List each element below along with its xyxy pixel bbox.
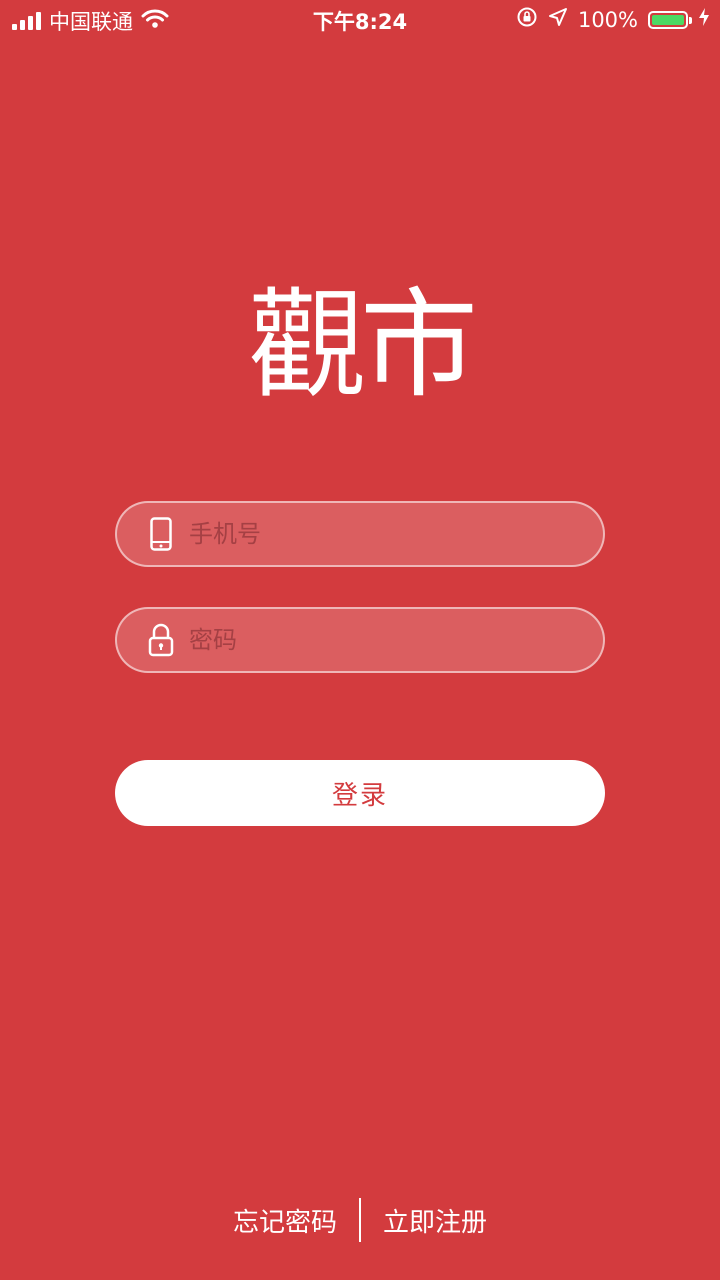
charging-bolt-icon (698, 7, 710, 32)
forgot-password-link[interactable]: 忘记密码 (211, 1202, 359, 1239)
status-bar-right: 100% (516, 6, 710, 33)
battery-icon (648, 10, 692, 29)
orientation-lock-icon (516, 6, 538, 33)
bottom-links: 忘记密码 立即注册 (0, 1198, 720, 1242)
password-field[interactable] (115, 607, 605, 673)
register-link[interactable]: 立即注册 (361, 1202, 509, 1239)
location-arrow-icon (548, 7, 568, 32)
password-input[interactable] (189, 626, 569, 654)
phone-icon (147, 516, 175, 552)
phone-field[interactable] (115, 501, 605, 567)
battery-percent: 100% (577, 7, 638, 32)
status-bar: 中国联通 下午8:24 100% (0, 0, 720, 40)
lock-icon (147, 622, 175, 658)
login-button[interactable]: 登录 (115, 760, 605, 826)
app-logo: 觀市 (247, 276, 478, 414)
phone-input[interactable] (189, 520, 569, 548)
